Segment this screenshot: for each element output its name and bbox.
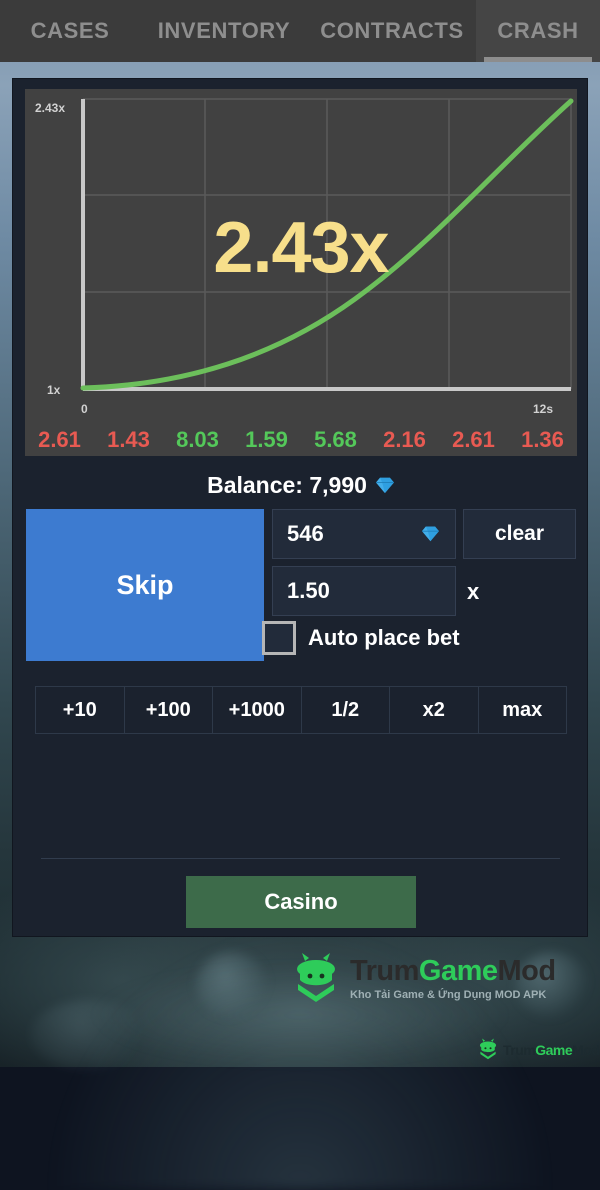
- auto-cashout-value: 1.50: [287, 578, 330, 603]
- clear-button[interactable]: clear: [463, 509, 576, 559]
- crash-game-panel: 2.43x 1x 0 12s 2.43x 2.61 1.43 8.03 1.59…: [12, 78, 588, 937]
- quick-bet-label: +10: [62, 698, 97, 721]
- quick-bet-plus-10[interactable]: +10: [36, 687, 125, 733]
- watermark-text: TrumGameMod Kho Tải Game & Ứng Dụng MOD …: [350, 957, 556, 1001]
- quick-bet-label: 1/2: [331, 698, 360, 721]
- tab-contracts[interactable]: CONTRACTS: [308, 0, 476, 62]
- top-tab-bar: CASES INVENTORY CONTRACTS CRASH: [0, 0, 600, 62]
- skip-button[interactable]: Skip: [26, 509, 264, 661]
- history-item[interactable]: 2.61: [439, 427, 508, 453]
- gem-icon: [375, 476, 395, 494]
- quick-bet-label: +100: [145, 698, 191, 721]
- balance-row: Balance: 7,990: [13, 467, 589, 503]
- history-item[interactable]: 8.03: [163, 427, 232, 453]
- auto-cashout-input[interactable]: 1.50: [272, 566, 456, 616]
- watermark-title-part3: Mod: [572, 1041, 600, 1058]
- watermark-title: TrumGameMod: [350, 955, 556, 987]
- round-history-list: 2.61 1.43 8.03 1.59 5.68 2.16 2.61 1.36: [25, 424, 577, 456]
- crash-chart: 2.43x 1x 0 12s 2.43x 2.61 1.43 8.03 1.59…: [25, 89, 577, 456]
- crash-chart-graphic: [80, 98, 574, 391]
- history-item[interactable]: 2.61: [25, 427, 94, 453]
- history-item[interactable]: 1.36: [508, 427, 577, 453]
- quick-bet-max[interactable]: max: [479, 687, 567, 733]
- watermark-title-part3: Mod: [497, 955, 557, 987]
- tab-cases[interactable]: CASES: [0, 0, 140, 62]
- clear-button-label: clear: [494, 522, 545, 545]
- tab-contracts-label: CONTRACTS: [320, 18, 464, 43]
- section-divider: [41, 858, 560, 859]
- watermark-logo-small: TrumGameMod: [477, 1038, 600, 1061]
- chart-y-axis-max-label: 2.43x: [35, 101, 66, 115]
- active-tab-indicator: [484, 57, 592, 62]
- watermark-title-part1: Trum: [503, 1041, 536, 1058]
- trumgamemod-mascot-icon: [290, 952, 342, 1006]
- bet-controls: Skip 546 clear 1.50 x Auto place bet: [26, 509, 576, 661]
- auto-place-bet-row[interactable]: Auto place bet: [262, 621, 460, 655]
- chart-x-axis-end-label: 12s: [533, 402, 554, 416]
- watermark-subtitle: Kho Tải Game & Ứng Dụng MOD APK: [350, 989, 547, 1001]
- watermark-title-part2: Game: [418, 955, 498, 987]
- quick-bet-half[interactable]: 1/2: [302, 687, 390, 733]
- history-item[interactable]: 1.43: [94, 427, 163, 453]
- tab-crash[interactable]: CRASH: [476, 0, 600, 62]
- auto-place-bet-label: Auto place bet: [308, 625, 460, 650]
- quick-bet-plus-1000[interactable]: +1000: [213, 687, 302, 733]
- skip-button-label: Skip: [116, 569, 174, 600]
- quick-bet-label: max: [502, 698, 543, 721]
- casino-button-label: Casino: [264, 889, 338, 914]
- chart-y-axis-min-label: 1x: [47, 383, 61, 397]
- history-item[interactable]: 2.16: [370, 427, 439, 453]
- background-blob: [30, 1000, 150, 1070]
- quick-bet-plus-100[interactable]: +100: [125, 687, 213, 733]
- watermark-title-part1: Trum: [350, 955, 419, 987]
- bet-amount-input[interactable]: 546: [272, 509, 456, 559]
- chart-x-axis-start-label: 0: [81, 402, 88, 416]
- quick-bet-label: x2: [422, 698, 445, 721]
- tab-inventory[interactable]: INVENTORY: [140, 0, 308, 62]
- tab-crash-label: CRASH: [497, 18, 579, 43]
- watermark-logo: TrumGameMod Kho Tải Game & Ứng Dụng MOD …: [290, 952, 556, 1006]
- auto-place-bet-checkbox[interactable]: [262, 621, 296, 655]
- tab-inventory-label: INVENTORY: [157, 18, 291, 43]
- quick-bet-double[interactable]: x2: [390, 687, 479, 733]
- gem-icon: [421, 525, 441, 543]
- casino-button[interactable]: Casino: [186, 876, 416, 928]
- history-item[interactable]: 5.68: [301, 427, 370, 453]
- watermark-title-small: TrumGameMod: [503, 1041, 600, 1058]
- trumgamemod-mascot-icon: [477, 1038, 499, 1061]
- quick-bet-label: +1000: [228, 698, 285, 721]
- background-blob: [196, 952, 268, 1018]
- auto-cashout-suffix: x: [467, 579, 480, 604]
- quick-bet-button-group: +10 +100 +1000 1/2 x2 max: [35, 686, 567, 734]
- balance-label: Balance: 7,990: [207, 471, 367, 498]
- bet-amount-value: 546: [287, 521, 324, 546]
- history-item[interactable]: 1.59: [232, 427, 301, 453]
- tab-cases-label: CASES: [30, 18, 110, 43]
- watermark-title-part2: Game: [535, 1041, 573, 1058]
